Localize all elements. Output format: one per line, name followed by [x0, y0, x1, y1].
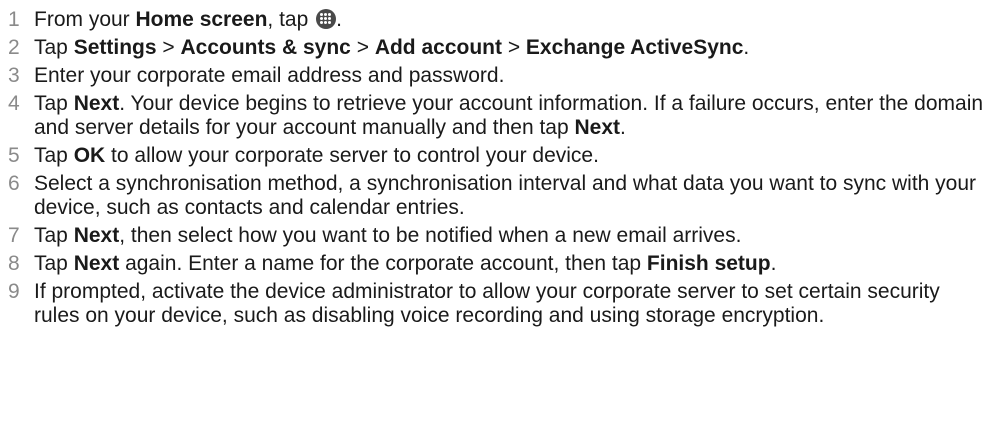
step-item: 3 Enter your corporate email address and …	[0, 64, 990, 88]
step-text-run: If prompted, activate the device adminis…	[34, 280, 940, 327]
step-text-run: Tap	[34, 92, 74, 115]
step-item: 4 Tap Next. Your device begins to retriev…	[0, 92, 990, 140]
step-text-run: Tap	[34, 224, 74, 247]
step-text-run: Tap	[34, 144, 74, 167]
apps-icon	[316, 9, 337, 29]
step-text: Tap Next, then select how you want to be…	[34, 224, 741, 247]
step-text-run: .	[743, 36, 750, 59]
step-text-run: to allow your corporate server to contro…	[105, 144, 599, 167]
step-text-run: Tap	[34, 36, 74, 59]
step-keyword: Next	[73, 224, 120, 247]
step-number: 1	[8, 8, 20, 31]
step-text-run: .	[620, 116, 626, 139]
step-keyword: Exchange ActiveSync	[525, 36, 744, 59]
step-number: 8	[8, 252, 20, 275]
step-number: 2	[8, 36, 20, 59]
step-text-run: >	[350, 36, 375, 59]
steps-list: 1 From your Home screen, tap . 2 Tap Settin…	[0, 8, 990, 328]
step-item: 5 Tap OK to allow your corporate server t…	[0, 144, 990, 168]
step-text-run: Enter your corporate email address and p…	[34, 64, 505, 87]
step-number: 9	[8, 280, 20, 303]
step-text: From your Home screen, tap .	[34, 8, 342, 31]
step-text-run: Tap	[34, 252, 74, 275]
step-item: 9 If prompted, activate the device admini…	[0, 280, 990, 328]
step-item: 1 From your Home screen, tap .	[0, 8, 990, 32]
step-text-run: , tap	[267, 8, 315, 31]
step-number: 7	[8, 224, 20, 247]
step-keyword: Add account	[374, 36, 502, 59]
step-text-run: >	[501, 36, 526, 59]
step-keyword: Home screen	[135, 8, 268, 31]
step-keyword: OK	[73, 144, 106, 167]
step-text: Tap Next again. Enter a name for the cor…	[34, 252, 776, 275]
step-text-run: again. Enter a name for the corporate ac…	[119, 252, 647, 275]
step-keyword: Next	[73, 252, 120, 275]
step-text-run: .	[336, 8, 342, 31]
step-text: Enter your corporate email address and p…	[34, 64, 504, 87]
step-item: 8 Tap Next again. Enter a name for the co…	[0, 252, 990, 276]
step-keyword: Settings	[73, 36, 157, 59]
step-text-run: , then select how you want to be notifie…	[119, 224, 742, 247]
step-keyword: Accounts & sync	[180, 36, 351, 59]
step-text: Tap Settings > Accounts & sync > Add acc…	[34, 36, 749, 59]
step-keyword: Next	[73, 92, 120, 115]
step-text: Tap OK to allow your corporate server to…	[34, 144, 599, 167]
step-keyword: Next	[574, 116, 621, 139]
instruction-document: 1 From your Home screen, tap . 2 Tap Settin…	[0, 8, 990, 443]
step-text-run: . Your device begins to retrieve your ac…	[34, 92, 984, 139]
step-number: 6	[8, 172, 20, 195]
step-text: Select a synchronisation method, a synch…	[34, 172, 976, 219]
step-item: 7 Tap Next, then select how you want to b…	[0, 224, 990, 248]
step-text-run: >	[156, 36, 181, 59]
step-text-run: From your	[34, 8, 136, 31]
step-text-run: Select a synchronisation method, a synch…	[34, 172, 977, 219]
step-text-run: .	[770, 252, 777, 275]
step-text: Tap Next. Your device begins to retrieve…	[34, 92, 983, 139]
step-text: If prompted, activate the device adminis…	[34, 280, 940, 327]
step-item: 6 Select a synchronisation method, a sync…	[0, 172, 990, 220]
step-number: 3	[8, 64, 20, 87]
step-number: 5	[8, 144, 20, 167]
step-item: 2 Tap Settings > Accounts & sync > Add ac…	[0, 36, 990, 60]
step-keyword: Finish setup	[646, 252, 771, 275]
step-number: 4	[8, 92, 20, 115]
